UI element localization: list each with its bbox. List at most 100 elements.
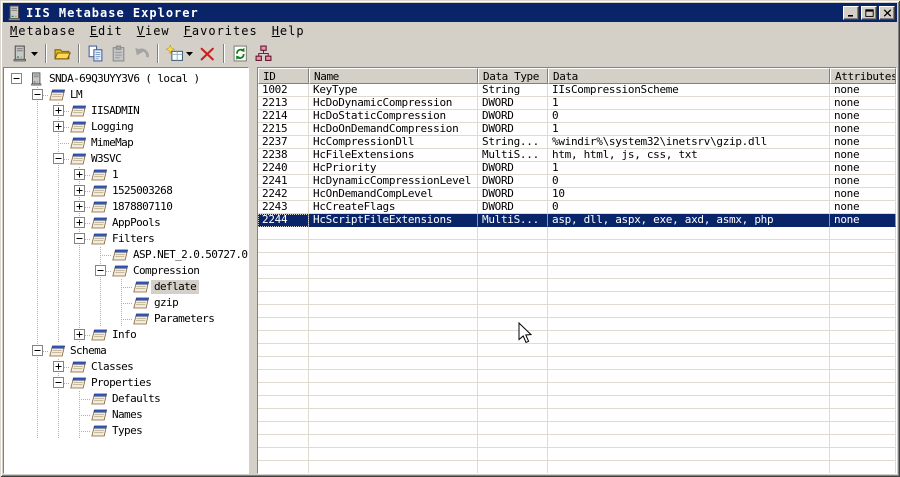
dropdown-arrow-icon[interactable] xyxy=(28,51,38,56)
metabase-tree: SNDA-69Q3UYY3V6 ( local ) LM IISADMIN Loggi… xyxy=(3,67,249,474)
tree-item-info[interactable]: Info xyxy=(4,327,248,343)
minus-box-icon[interactable] xyxy=(32,89,43,100)
tree-item-w3svc[interactable]: W3SVC xyxy=(4,151,248,167)
tree-item-filters[interactable]: Filters xyxy=(4,231,248,247)
empty-cell xyxy=(830,253,896,266)
empty-cell xyxy=(548,292,830,305)
minus-box-icon[interactable] xyxy=(11,73,22,84)
tree-item-parameters[interactable]: Parameters xyxy=(4,311,248,327)
minus-box-icon[interactable] xyxy=(95,265,106,276)
new-key-button[interactable] xyxy=(163,42,196,65)
plus-box-icon[interactable] xyxy=(74,329,85,340)
minimize-button[interactable] xyxy=(843,5,859,20)
cell: HcDynamicCompressionLevel xyxy=(309,175,478,188)
tree-item-1[interactable]: 1 xyxy=(4,167,248,183)
table-row-2238[interactable]: 2238 HcFileExtensions MultiS... htm, html, … xyxy=(258,149,896,162)
tree-item-properties[interactable]: Properties xyxy=(4,375,248,391)
tree-item-gzip[interactable]: gzip xyxy=(4,295,248,311)
empty-cell xyxy=(830,435,896,448)
table-row-2215[interactable]: 2215 HcDoOnDemandCompression DWORD 1 none xyxy=(258,123,896,136)
menu-favorites[interactable]: Favorites xyxy=(177,23,265,39)
plus-box-icon[interactable] xyxy=(74,169,85,180)
menu-view[interactable]: View xyxy=(130,23,177,39)
tree-guide-line xyxy=(37,359,38,375)
delete-button[interactable] xyxy=(196,42,219,65)
refresh-button[interactable] xyxy=(229,42,252,65)
tree-item-types[interactable]: Types xyxy=(4,423,248,439)
tree-guide-line xyxy=(37,263,38,279)
plus-box-icon[interactable] xyxy=(74,201,85,212)
connect-server-button[interactable] xyxy=(8,42,41,65)
table-row-2213[interactable]: 2213 HcDoDynamicCompression DWORD 1 none xyxy=(258,97,896,110)
empty-cell xyxy=(309,305,478,318)
menu-edit[interactable]: Edit xyxy=(83,23,130,39)
tree-item-schema[interactable]: Schema xyxy=(4,343,248,359)
table-row-2244[interactable]: 2244 HcScriptFileExtensions MultiS... asp, … xyxy=(258,214,896,227)
column-header-attributes[interactable]: Attributes xyxy=(830,68,896,84)
hierarchy-button[interactable] xyxy=(252,42,275,65)
copy-button[interactable] xyxy=(84,42,107,65)
tree-item-label: Info xyxy=(112,328,137,341)
title-bar: IIS Metabase Explorer xyxy=(3,3,897,22)
cell: HcOnDemandCompLevel xyxy=(309,188,478,201)
table-row-1002[interactable]: 1002 KeyType String IIsCompressionScheme non… xyxy=(258,84,896,97)
cell: HcPriority xyxy=(309,162,478,175)
tree-item-deflate[interactable]: deflate xyxy=(4,279,248,295)
tree-item-snda-69q3uyy3v6-local[interactable]: SNDA-69Q3UYY3V6 ( local ) xyxy=(4,71,248,87)
tree-item-logging[interactable]: Logging xyxy=(4,119,248,135)
open-button[interactable] xyxy=(51,42,74,65)
empty-cell xyxy=(309,240,478,253)
table-row-2242[interactable]: 2242 HcOnDemandCompLevel DWORD 10 none xyxy=(258,188,896,201)
tree-item-label: 1878807110 xyxy=(112,200,173,213)
empty-cell xyxy=(830,396,896,409)
tree-guide-line xyxy=(58,167,59,183)
empty-cell xyxy=(258,266,309,279)
cell: %windir%\system32\inetsrv\gzip.dll xyxy=(548,136,830,149)
cell: DWORD xyxy=(478,97,548,110)
minus-box-icon[interactable] xyxy=(53,377,64,388)
tree-item-names[interactable]: Names xyxy=(4,407,248,423)
plus-box-icon[interactable] xyxy=(53,121,64,132)
tree-item-iisadmin[interactable]: IISADMIN xyxy=(4,103,248,119)
tree-guide-line xyxy=(37,119,38,135)
minus-box-icon[interactable] xyxy=(53,153,64,164)
column-header-id[interactable]: ID xyxy=(258,68,309,84)
tree-item-compression[interactable]: Compression xyxy=(4,263,248,279)
empty-cell xyxy=(548,305,830,318)
maximize-button[interactable] xyxy=(861,5,877,20)
tree-item-asp-net-2-0-50727-0[interactable]: ASP.NET_2.0.50727.0 xyxy=(4,247,248,263)
column-header-data[interactable]: Data xyxy=(548,68,830,84)
cell: 0 xyxy=(548,110,830,123)
empty-row xyxy=(258,383,896,396)
plus-box-icon[interactable] xyxy=(53,361,64,372)
table-row-2237[interactable]: 2237 HcCompressionDll String... %windir%\sy… xyxy=(258,136,896,149)
empty-cell xyxy=(548,383,830,396)
close-button[interactable] xyxy=(879,5,895,20)
column-header-data-type[interactable]: Data Type xyxy=(478,68,548,84)
tree-item-1525003268[interactable]: 1525003268 xyxy=(4,183,248,199)
menu-metabase[interactable]: Metabase xyxy=(3,23,83,39)
plus-box-icon[interactable] xyxy=(53,105,64,116)
tree-item-defaults[interactable]: Defaults xyxy=(4,391,248,407)
server-icon xyxy=(6,5,22,21)
table-row-2240[interactable]: 2240 HcPriority DWORD 1 none xyxy=(258,162,896,175)
plus-box-icon[interactable] xyxy=(74,217,85,228)
tree-item-1878807110[interactable]: 1878807110 xyxy=(4,199,248,215)
tree-item-mimemap[interactable]: MimeMap xyxy=(4,135,248,151)
new-key-icon xyxy=(166,45,183,62)
plus-box-icon[interactable] xyxy=(74,185,85,196)
minus-box-icon[interactable] xyxy=(32,345,43,356)
column-header-name[interactable]: Name xyxy=(309,68,478,84)
table-row-2214[interactable]: 2214 HcDoStaticCompression DWORD 0 none xyxy=(258,110,896,123)
empty-cell xyxy=(478,461,548,473)
empty-cell xyxy=(548,331,830,344)
menu-help[interactable]: Help xyxy=(265,23,312,39)
table-row-2241[interactable]: 2241 HcDynamicCompressionLevel DWORD 0 none xyxy=(258,175,896,188)
tree-item-apppools[interactable]: AppPools xyxy=(4,215,248,231)
table-row-2243[interactable]: 2243 HcCreateFlags DWORD 0 none xyxy=(258,201,896,214)
splitter[interactable] xyxy=(249,67,257,474)
minus-box-icon[interactable] xyxy=(74,233,85,244)
tree-item-lm[interactable]: LM xyxy=(4,87,248,103)
tree-item-classes[interactable]: Classes xyxy=(4,359,248,375)
dropdown-arrow-icon[interactable] xyxy=(183,51,193,56)
